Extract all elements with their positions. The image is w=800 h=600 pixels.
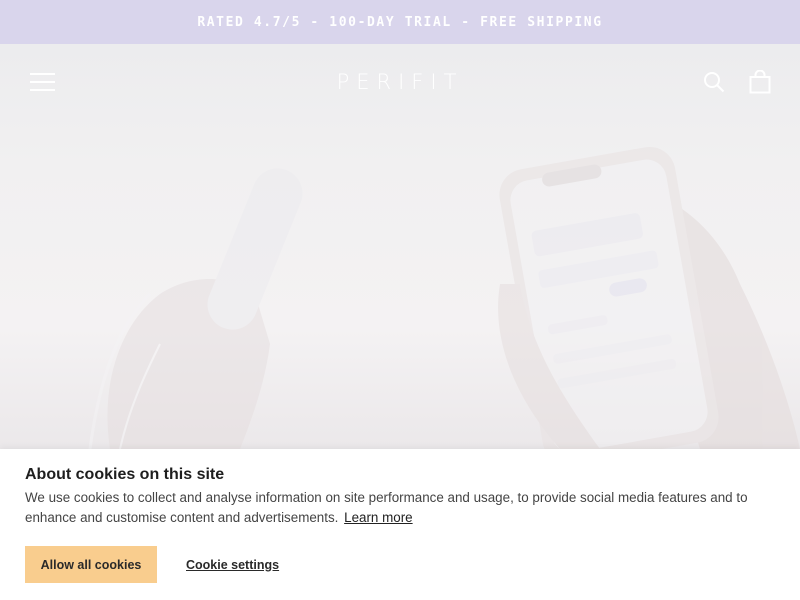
header-actions (702, 70, 772, 94)
announcement-bar: RATED 4.7/5 - 100-DAY TRIAL - FREE SHIPP… (0, 0, 800, 44)
cookie-banner: About cookies on this site We use cookie… (0, 449, 800, 600)
hamburger-menu-icon[interactable] (30, 73, 55, 91)
cookie-actions: Allow all cookies Cookie settings (25, 546, 775, 583)
site-logo[interactable]: PERIFIT (337, 70, 464, 94)
left-hand-with-device (88, 168, 303, 449)
search-icon[interactable] (702, 70, 726, 94)
cookie-banner-title: About cookies on this site (25, 466, 225, 483)
allow-all-cookies-button[interactable]: Allow all cookies (25, 546, 157, 583)
right-hand-with-phone (498, 146, 800, 449)
cookie-settings-button[interactable]: Cookie settings (186, 558, 279, 572)
announcement-text: RATED 4.7/5 - 100-DAY TRIAL - FREE SHIPP… (197, 14, 603, 30)
site-header: PERIFIT (0, 44, 800, 120)
cookie-banner-text: We use cookies to collect and analyse in… (25, 488, 775, 528)
learn-more-link[interactable]: Learn more (344, 510, 412, 525)
shopping-bag-icon[interactable] (748, 70, 772, 94)
